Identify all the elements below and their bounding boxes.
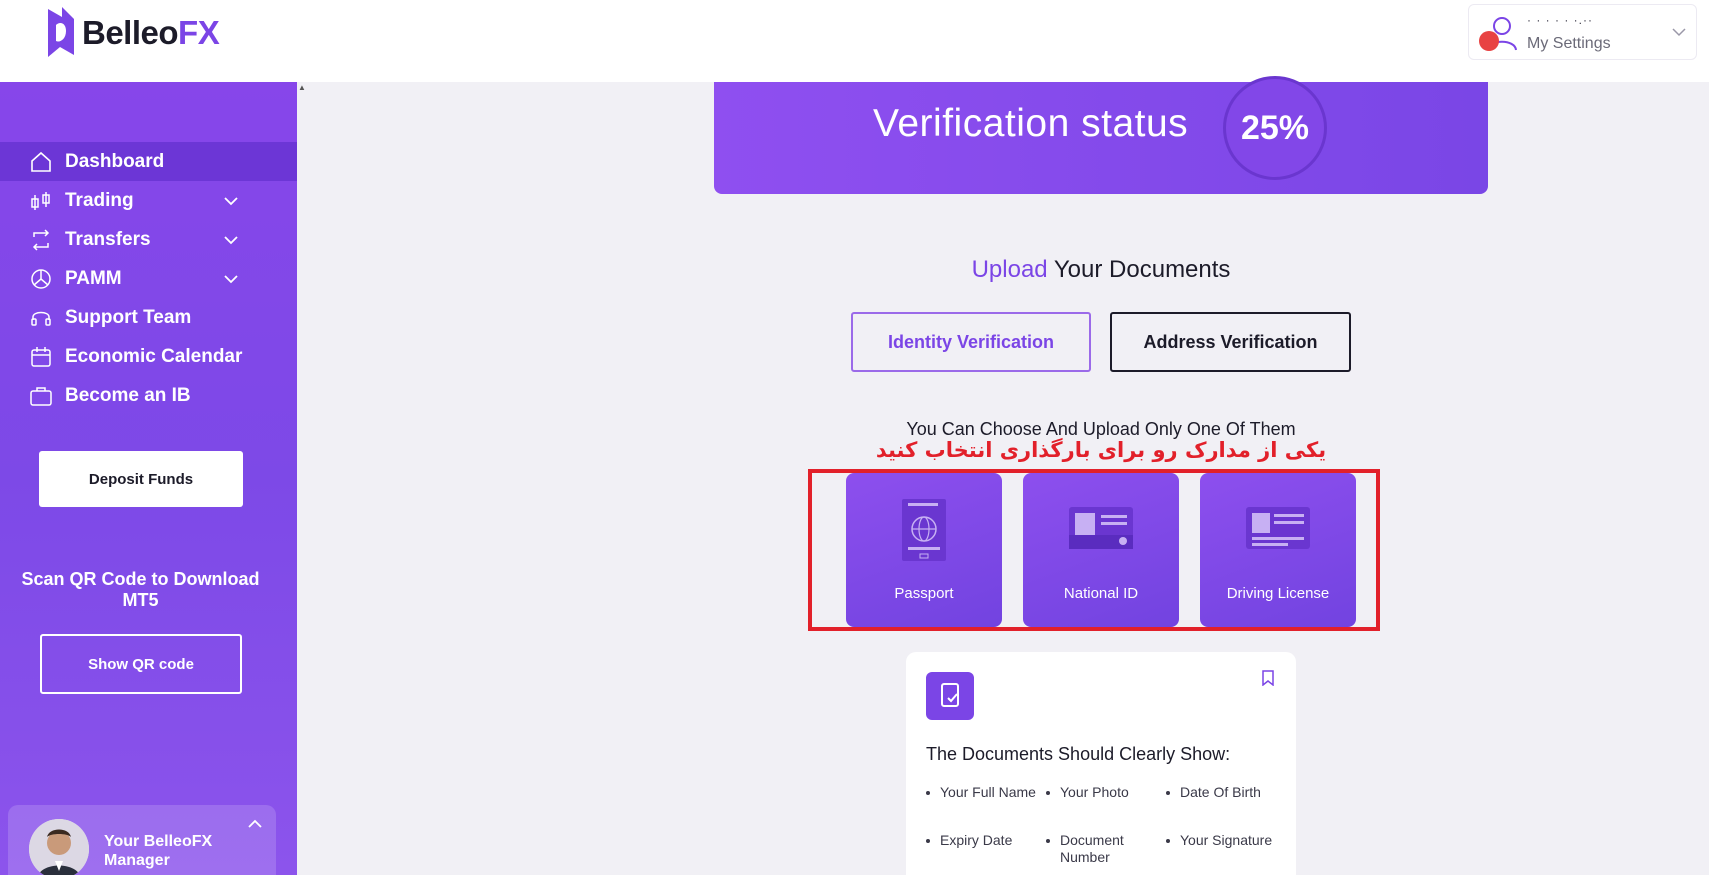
sidebar-item-transfers[interactable]: Transfers	[0, 220, 297, 259]
chevron-down-icon	[224, 275, 238, 284]
sidebar-nav: Dashboard Trading Transfers PAMM Support…	[0, 142, 297, 415]
user-name: · · · · · ·.··	[1527, 13, 1593, 27]
headset-icon	[31, 311, 51, 326]
logo-bull-icon	[48, 7, 74, 57]
requirement-item: Your Signature	[1166, 832, 1280, 849]
document-requirements-card: The Documents Should Clearly Show: Your …	[906, 652, 1296, 875]
document-option-national-id[interactable]: National ID	[1023, 473, 1179, 627]
sidebar-item-label: Trading	[65, 189, 134, 211]
requirement-item: Document Number	[1046, 832, 1160, 866]
sidebar-item-label: Dashboard	[65, 150, 165, 172]
candlestick-icon	[31, 191, 50, 210]
deposit-funds-button[interactable]: Deposit Funds	[39, 451, 243, 507]
document-option-driving-license[interactable]: Driving License	[1200, 473, 1356, 627]
requirement-item: Your Photo	[1046, 784, 1160, 801]
briefcase-icon	[30, 386, 52, 406]
verification-percent: 25%	[1240, 108, 1310, 147]
tab-identity-verification[interactable]: Identity Verification	[851, 312, 1091, 372]
requirement-item: Your Full Name	[926, 784, 1040, 801]
manager-photo-icon	[29, 819, 89, 875]
chevron-down-icon	[224, 236, 238, 245]
tab-address-verification[interactable]: Address Verification	[1110, 312, 1351, 372]
top-header: BelleoFX · · · · · ·.·· My Settings	[0, 0, 1709, 82]
qr-code-caption: Scan QR Code to Download MT5	[21, 569, 260, 610]
choose-instruction: You Can Choose And Upload Only One Of Th…	[906, 419, 1296, 439]
show-qr-code-button[interactable]: Show QR code	[40, 634, 242, 694]
annotation-persian: یکی از مدارک رو برای بارگذاری انتخاب کنی…	[875, 438, 1327, 462]
user-settings-menu[interactable]: · · · · · ·.·· My Settings	[1468, 4, 1697, 60]
sidebar-item-pamm[interactable]: PAMM	[0, 259, 297, 298]
upload-title: Upload Your Documents	[971, 256, 1231, 283]
requirement-item: Expiry Date	[926, 832, 1040, 849]
home-icon	[31, 151, 51, 172]
sidebar-item-label: Become an IB	[65, 384, 191, 406]
logo-text: BelleoFX	[82, 14, 220, 51]
passport-icon	[902, 499, 946, 561]
logo[interactable]: BelleoFX	[46, 4, 220, 62]
avatar	[29, 819, 89, 875]
verification-status-banner: Verification status 25%	[714, 76, 1488, 194]
chevron-down-icon	[224, 197, 238, 206]
calendar-icon	[31, 346, 51, 367]
settings-label: My Settings	[1527, 35, 1611, 52]
sidebar-item-economic-calendar[interactable]: Economic Calendar	[0, 337, 297, 376]
unverified-badge-icon	[1479, 31, 1499, 51]
id-card-icon	[1069, 507, 1133, 549]
sidebar: Dashboard Trading Transfers PAMM Support…	[0, 82, 297, 875]
chevron-down-icon	[1672, 28, 1686, 37]
sidebar-item-become-an-ib[interactable]: Become an IB	[0, 376, 297, 415]
document-option-label: Driving License	[1226, 585, 1330, 602]
manager-card[interactable]: Your BelleoFX Manager	[8, 805, 276, 875]
document-option-passport[interactable]: Passport	[846, 473, 1002, 627]
sidebar-item-trading[interactable]: Trading	[0, 181, 297, 220]
scroll-up-icon[interactable]: ▲	[298, 83, 306, 92]
requirement-item: Date Of Birth	[1166, 784, 1280, 801]
document-option-label: Passport	[894, 585, 954, 602]
sidebar-item-label: Support Team	[65, 306, 192, 328]
document-check-icon	[926, 672, 974, 720]
verification-title: Verification status	[873, 102, 1189, 145]
requirements-title: The Documents Should Clearly Show:	[926, 744, 1231, 764]
sidebar-item-support-team[interactable]: Support Team	[0, 298, 297, 337]
license-icon	[1246, 507, 1310, 549]
sidebar-item-dashboard[interactable]: Dashboard	[0, 142, 297, 181]
pie-chart-icon	[31, 268, 51, 289]
bookmark-icon[interactable]	[1261, 670, 1275, 686]
sidebar-item-label: PAMM	[65, 267, 122, 289]
document-option-label: National ID	[1063, 585, 1139, 602]
sidebar-item-label: Transfers	[65, 228, 151, 250]
manager-label: Your BelleoFX Manager	[104, 833, 213, 869]
chevron-up-icon[interactable]	[248, 817, 262, 831]
verification-progress-circle: 25%	[1223, 76, 1327, 180]
sidebar-item-label: Economic Calendar	[65, 345, 243, 367]
transfer-icon	[32, 228, 50, 251]
